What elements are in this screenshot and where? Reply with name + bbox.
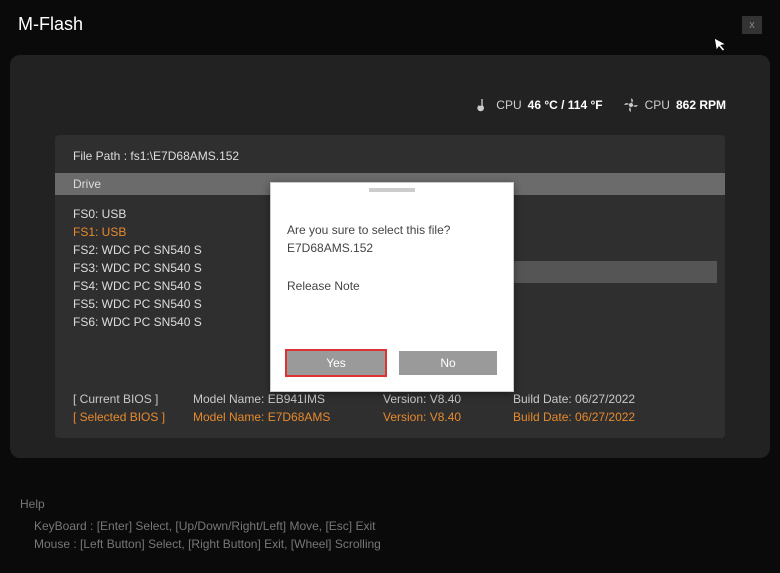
help-region: Help KeyBoard : [Enter] Select, [Up/Down… xyxy=(20,495,381,553)
file-path-label: File Path : xyxy=(73,149,127,163)
status-row: CPU 46 °C / 114 °F CPU 862 RPM xyxy=(24,67,756,123)
bios-current-model: Model Name: EB941IMS xyxy=(193,392,383,406)
yes-button[interactable]: Yes xyxy=(287,351,385,375)
title-bar: M-Flash x xyxy=(0,0,780,43)
cpu-temp: CPU 46 °C / 114 °F xyxy=(474,97,602,113)
dialog-release-note[interactable]: Release Note xyxy=(287,279,497,293)
fan-icon xyxy=(623,97,639,113)
bios-selected-version: Version: V8.40 xyxy=(383,410,513,424)
cpu-temp-value: 46 °C / 114 °F xyxy=(528,98,603,112)
bios-info: [ Current BIOS ] Model Name: EB941IMS Ve… xyxy=(73,392,707,424)
dialog-line1: Are you sure to select this file? xyxy=(287,221,497,239)
file-path-value: fs1:\E7D68AMS.152 xyxy=(130,149,239,163)
help-mouse: Mouse : [Left Button] Select, [Right But… xyxy=(20,535,381,553)
dialog-line2: E7D68AMS.152 xyxy=(287,239,497,257)
dialog-grip[interactable] xyxy=(369,188,415,192)
close-button[interactable]: x xyxy=(742,16,762,34)
file-path: File Path : fs1:\E7D68AMS.152 xyxy=(55,135,725,173)
bios-current-date: Build Date: 06/27/2022 xyxy=(513,392,683,406)
app-title: M-Flash xyxy=(18,14,83,35)
no-button[interactable]: No xyxy=(399,351,497,375)
thermometer-icon xyxy=(474,97,490,113)
dialog-message: Are you sure to select this file? E7D68A… xyxy=(287,221,497,257)
cpu-fan-value: 862 RPM xyxy=(676,98,726,112)
bios-current-version: Version: V8.40 xyxy=(383,392,513,406)
help-title: Help xyxy=(20,495,381,513)
confirm-dialog: Are you sure to select this file? E7D68A… xyxy=(270,182,514,392)
cpu-fan: CPU 862 RPM xyxy=(623,97,726,113)
cpu-temp-label: CPU xyxy=(496,98,521,112)
bios-selected-date: Build Date: 06/27/2022 xyxy=(513,410,683,424)
cpu-fan-label: CPU xyxy=(645,98,670,112)
bios-selected-label: [ Selected BIOS ] xyxy=(73,410,193,424)
help-keyboard: KeyBoard : [Enter] Select, [Up/Down/Righ… xyxy=(20,517,381,535)
bios-selected-model: Model Name: E7D68AMS xyxy=(193,410,383,424)
bios-current-label: [ Current BIOS ] xyxy=(73,392,193,406)
